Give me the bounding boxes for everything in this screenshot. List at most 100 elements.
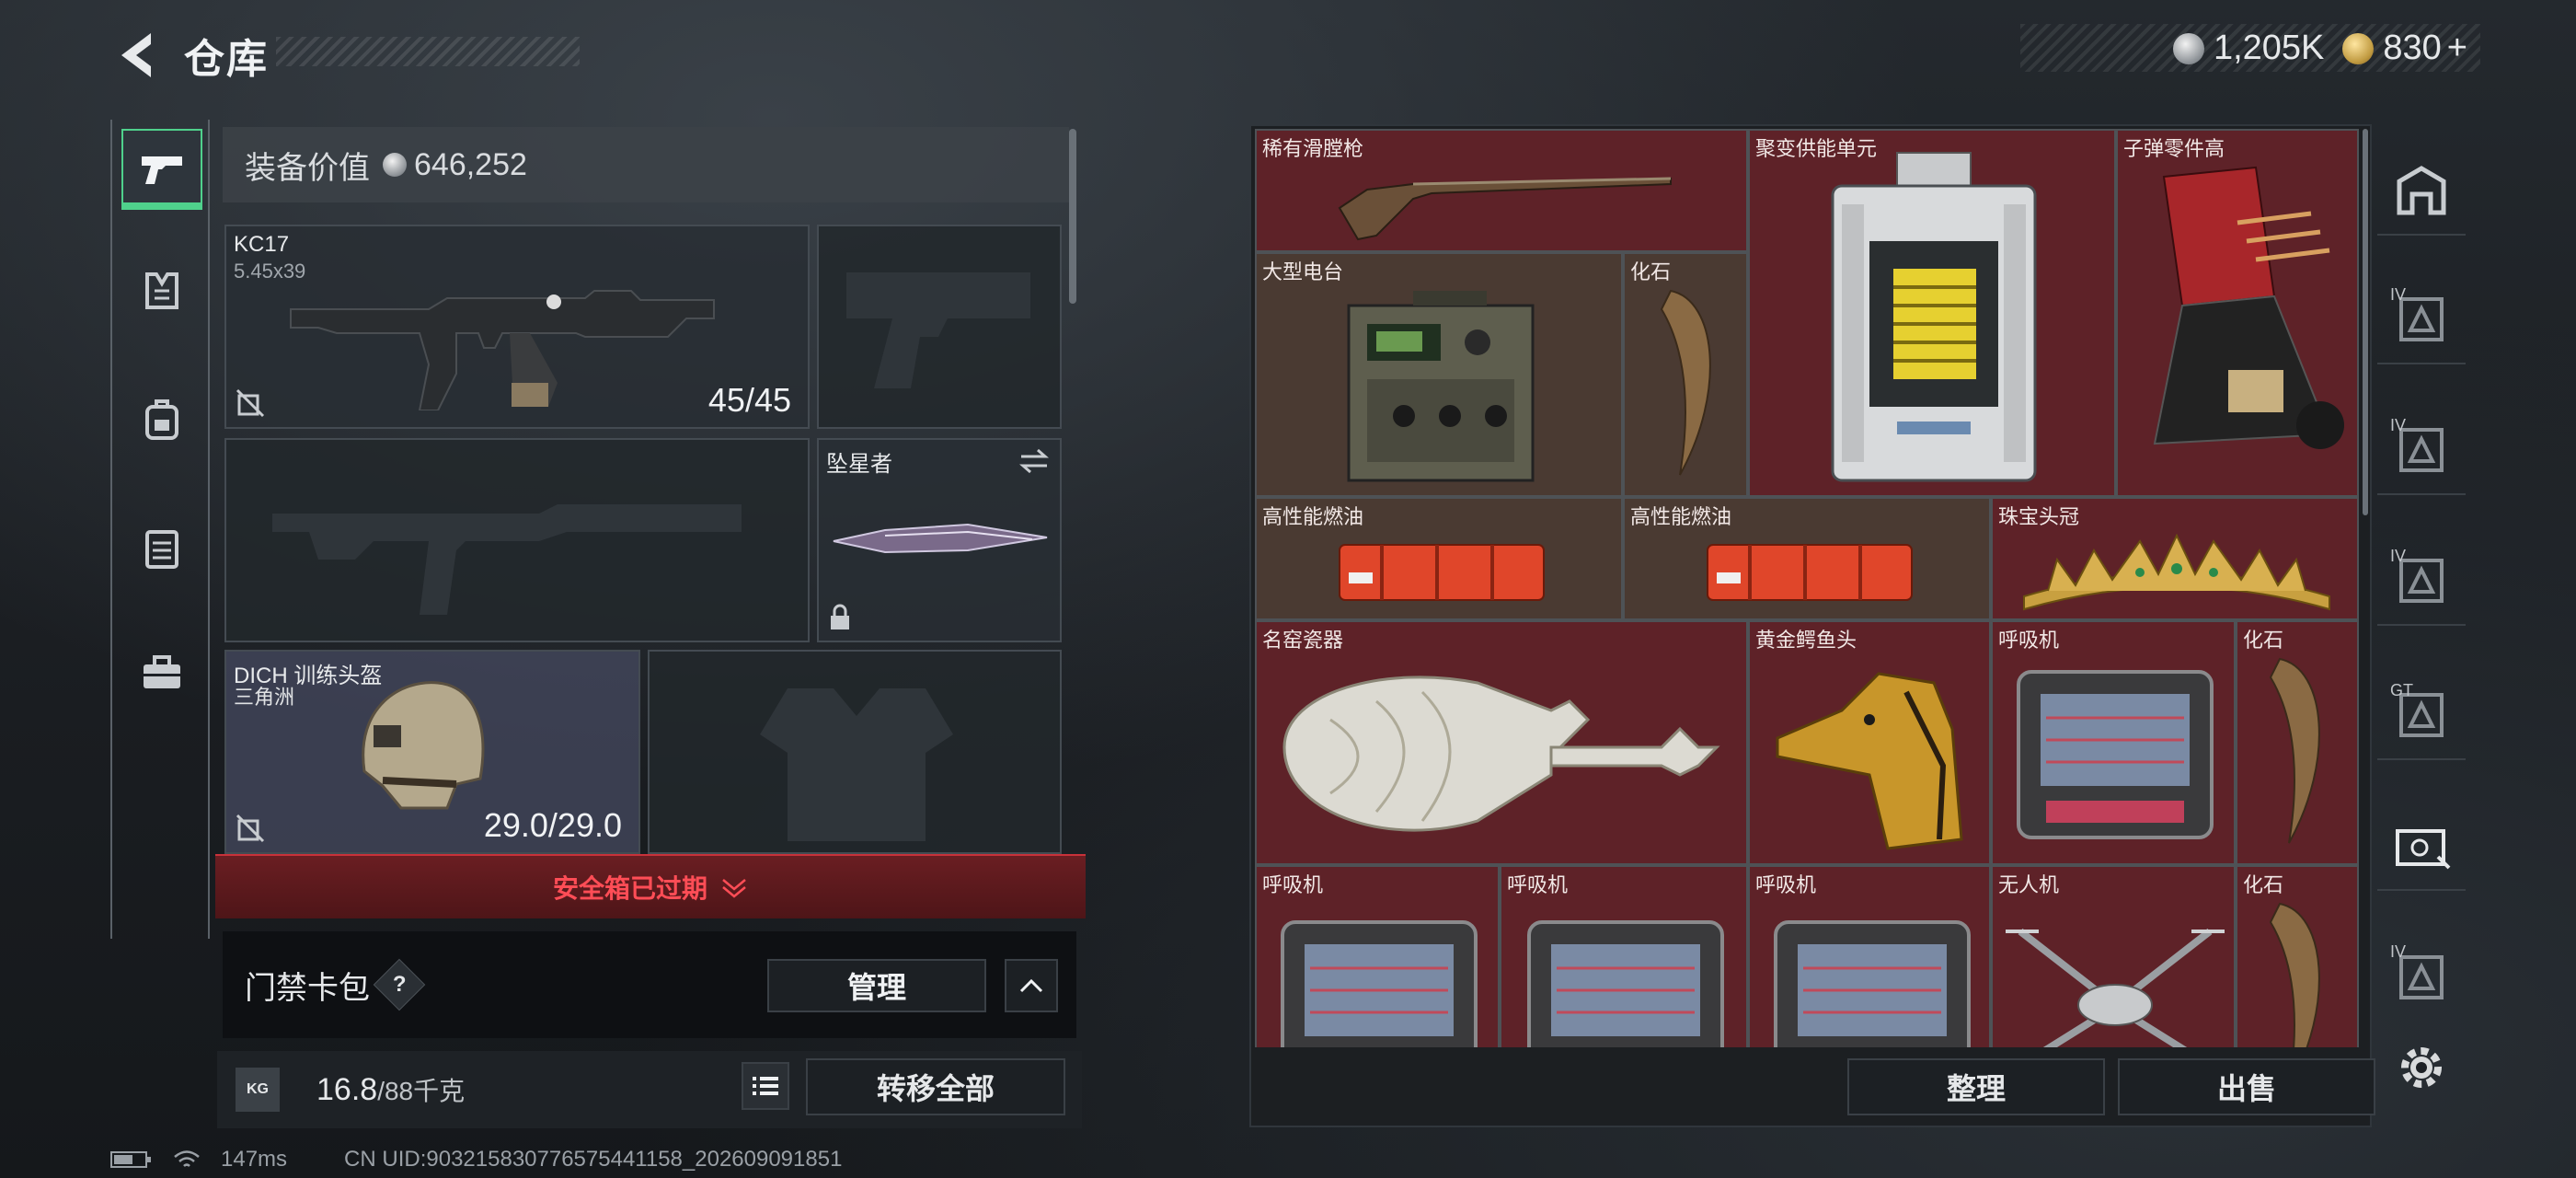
equipment-scrollbar[interactable]: [1069, 129, 1076, 304]
item-jewel-crown[interactable]: 珠宝头冠: [1991, 497, 2359, 620]
equipment-value: 646,252: [414, 146, 527, 182]
container-tab-3[interactable]: IV: [2377, 537, 2466, 626]
ping: 147ms: [221, 1147, 288, 1172]
currency-bar: 1,205K 830 +: [2020, 24, 2480, 72]
item-ventilator[interactable]: 呼吸机: [1255, 865, 1500, 1047]
safe-box-expired-banner[interactable]: 安全箱已过期: [215, 854, 1086, 918]
item-label: 呼吸机: [1755, 873, 1817, 896]
tier-label: IV: [2390, 416, 2407, 434]
helmet-slot[interactable]: DICH 训练头盔 三角洲 29.0/29.0: [224, 650, 640, 854]
helmet-sub: 三角洲: [234, 686, 295, 709]
nav-armor[interactable]: [121, 250, 202, 331]
gold-crocodile-icon: [1776, 672, 1963, 850]
item-famous-kiln-porcelain[interactable]: 名窑瓷器: [1255, 620, 1748, 865]
container-tab-1[interactable]: IV: [2377, 276, 2466, 364]
sort-button[interactable]: 整理: [1847, 1058, 2105, 1115]
nav-toolbox[interactable]: [121, 633, 202, 714]
container-tab-5[interactable]: [2377, 803, 2466, 891]
gear-icon[interactable]: [2392, 1038, 2451, 1097]
tier-label: IV: [2390, 285, 2407, 304]
weight-max: /88千克: [377, 1077, 466, 1105]
item-label: 呼吸机: [1262, 873, 1324, 896]
fossil-claw-icon: [2269, 902, 2320, 1047]
container-tab-6[interactable]: IV: [2377, 933, 2466, 1022]
item-high-performance-fuel-2[interactable]: 高性能燃油: [1623, 497, 1991, 620]
fuel-case-icon: [1339, 544, 1545, 601]
armor-silhouette-icon: [760, 688, 953, 841]
item-high-performance-fuel-1[interactable]: 高性能燃油: [1255, 497, 1623, 620]
toolcase-icon: [2396, 829, 2451, 870]
help-icon[interactable]: ?: [373, 958, 426, 1011]
item-fossil[interactable]: 化石: [2236, 620, 2359, 865]
item-large-radio[interactable]: 大型电台: [1255, 252, 1623, 497]
equipment-category-nav: [110, 120, 210, 939]
gold-amount: 830: [2383, 28, 2442, 67]
weight-icon: KG: [236, 1068, 280, 1112]
container-tab-all[interactable]: [2377, 147, 2466, 236]
no-insure-icon: [236, 388, 265, 418]
back-arrow-icon[interactable]: [110, 28, 166, 83]
safe-box-status: 安全箱已过期: [552, 874, 707, 903]
melee-slot[interactable]: 坠星者: [817, 438, 1062, 642]
rifle-silhouette-icon: [272, 504, 742, 615]
item-label: 大型电台: [1262, 260, 1344, 283]
battery-icon: [110, 1151, 151, 1168]
silver-currency: 1,205K: [2172, 28, 2325, 68]
item-fossil[interactable]: 化石: [2236, 865, 2359, 1047]
item-drone[interactable]: 无人机: [1991, 865, 2236, 1047]
helmet-icon: [362, 681, 485, 810]
nav-backpack[interactable]: [121, 379, 202, 460]
chevron-down-icon: [722, 879, 746, 898]
container-tab-2[interactable]: IV: [2377, 407, 2466, 495]
item-ventilator[interactable]: 呼吸机: [1500, 865, 1748, 1047]
chevron-up-icon: [1019, 978, 1043, 993]
container-tab-4[interactable]: GT: [2377, 672, 2466, 760]
musket-icon: [1338, 177, 1672, 241]
status-bar: 147ms CN UID:903215830776575441158_20260…: [110, 1147, 842, 1172]
silver-amount: 1,205K: [2213, 28, 2325, 67]
power-cell-icon: [1831, 152, 2037, 482]
warehouse-icon: [2397, 166, 2446, 215]
item-fossil[interactable]: 化石: [1623, 252, 1748, 497]
silver-coin-icon: [2172, 33, 2204, 65]
item-label: 呼吸机: [1507, 873, 1569, 896]
sell-button[interactable]: 出售: [2118, 1058, 2375, 1115]
collapse-button[interactable]: [1005, 959, 1058, 1012]
secondary-weapon-slot-empty[interactable]: [224, 438, 810, 642]
nav-vest[interactable]: [121, 508, 202, 589]
manage-button[interactable]: 管理: [767, 959, 986, 1012]
item-golden-crocodile-head[interactable]: 黄金鳄鱼头: [1748, 620, 1991, 865]
helmet-durability: 29.0/29.0: [483, 806, 622, 844]
nav-pistol[interactable]: [121, 129, 202, 210]
weight-text: 16.8/88千克: [316, 1071, 465, 1108]
armor-icon: [145, 272, 178, 309]
title-decoration: [276, 37, 580, 66]
fossil-claw-icon: [2269, 657, 2320, 844]
item-label: 呼吸机: [1998, 629, 2060, 652]
item-rare-musket[interactable]: 稀有滑膛枪: [1255, 129, 1748, 252]
item-label: 珠宝头冠: [1998, 505, 2080, 528]
rifle-icon: [290, 290, 715, 410]
toolbox-icon: [144, 655, 180, 688]
tier-label: GT: [2390, 681, 2413, 699]
ventilator-icon: [1527, 920, 1724, 1047]
item-ventilator[interactable]: 呼吸机: [1991, 620, 2236, 865]
pistol-slot-empty[interactable]: [817, 225, 1062, 429]
ammo-parts-kit-icon: [2153, 166, 2344, 449]
item-label: 高性能燃油: [1630, 505, 1732, 528]
page-title: 仓库: [184, 37, 269, 82]
item-fusion-power-unit[interactable]: 聚变供能单元: [1748, 129, 2116, 497]
item-bullet-parts-high[interactable]: 子弹零件高: [2116, 129, 2359, 497]
swap-icon[interactable]: [1018, 447, 1051, 475]
item-ventilator[interactable]: 呼吸机: [1748, 865, 1991, 1047]
transfer-all-button[interactable]: 转移全部: [806, 1058, 1065, 1115]
gold-currency[interactable]: 830 +: [2342, 29, 2467, 68]
primary-weapon-slot[interactable]: KC17 5.45x39 45/45: [224, 225, 810, 429]
list-view-button[interactable]: [742, 1062, 789, 1110]
vest-icon: [145, 530, 178, 569]
gold-add-button[interactable]: +: [2447, 29, 2467, 67]
equipment-value-bar: 装备价值 646,252: [223, 127, 1069, 202]
storage-scrollbar[interactable]: [2363, 129, 2368, 515]
melee-name: 坠星者: [826, 452, 892, 477]
armor-slot-empty[interactable]: [648, 650, 1062, 854]
